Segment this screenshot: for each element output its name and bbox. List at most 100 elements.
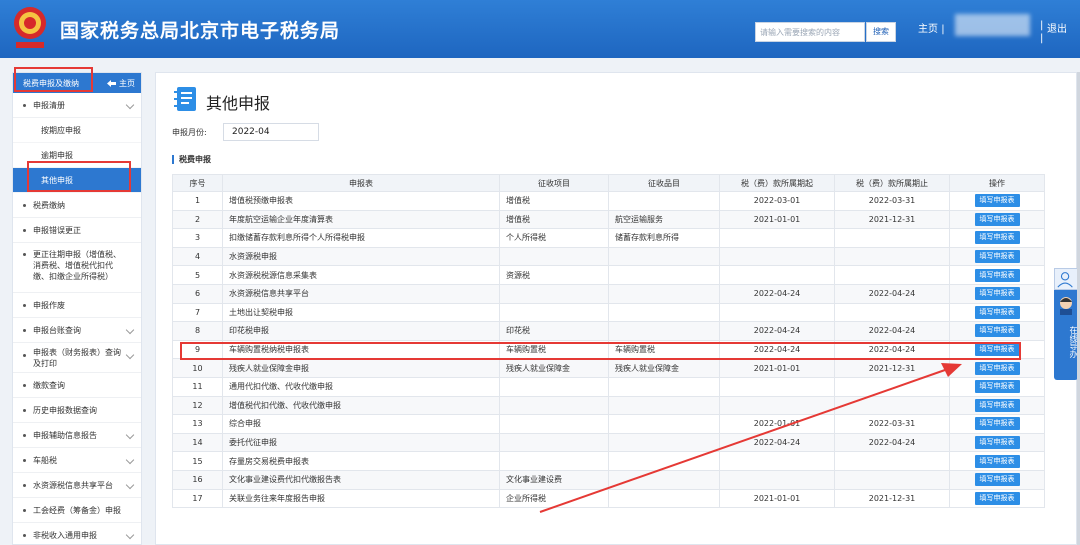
sidebar-item-ledger[interactable]: 申报台账查询 [13, 318, 141, 343]
table-cell: 2022-03-31 [834, 191, 950, 211]
guide-label: 在线导办 [1069, 326, 1078, 358]
action-cell: 填写申报表 [949, 395, 1045, 416]
table-row: 3 扣缴储蓄存款利息所得个人所得税申报 个人所得税 储蓄存款利息所得 填写申报表 [172, 228, 1045, 248]
sidebar-item-water-platform[interactable]: 水资源税信息共享平台 [13, 473, 141, 498]
table-cell: 2022-04-24 [719, 283, 835, 304]
fill-declaration-button[interactable]: 填写申报表 [974, 361, 1020, 375]
action-cell: 填写申报表 [949, 283, 1045, 304]
table-cell: 增值税代扣代缴、代收代缴申报 [222, 395, 500, 416]
action-cell: 填写申报表 [949, 228, 1045, 248]
month-field[interactable]: 2022-04 [223, 123, 319, 141]
column-header: 税（费）款所属期起 [719, 174, 835, 192]
table-cell: 文化事业建设费代扣代缴报告表 [222, 469, 500, 490]
page-title: 其他申报 [206, 94, 271, 113]
nav-home-link[interactable]: 主页 | [918, 20, 945, 35]
table-cell [834, 246, 950, 267]
action-cell: 填写申报表 [949, 469, 1045, 490]
search-input[interactable]: 请输入需要搜索的内容 [755, 22, 865, 42]
fill-declaration-button[interactable]: 填写申报表 [974, 417, 1020, 431]
table-cell: 水资源税申报 [222, 246, 500, 267]
table-cell: 17 [172, 488, 223, 509]
table-cell: 2022-03-31 [834, 414, 950, 434]
chevron-down-icon [125, 480, 135, 490]
table-row: 15 存量房交易税费申报表 填写申报表 [172, 451, 1045, 471]
table-row: 13 综合申报 2022-01-01 2022-03-31 填写申报表 [172, 414, 1045, 434]
fill-declaration-button[interactable]: 填写申报表 [974, 268, 1020, 282]
action-cell: 填写申报表 [949, 432, 1045, 453]
table-row: 8 印花税申报 印花税 2022-04-24 2022-04-24 填写申报表 [172, 321, 1045, 341]
table-cell: 2021-12-31 [834, 209, 950, 230]
table-cell: 14 [172, 432, 223, 453]
table-cell: 残疾人就业保障金 [608, 358, 720, 378]
action-cell: 填写申报表 [949, 321, 1045, 341]
table-cell [719, 376, 835, 397]
table-cell: 2 [172, 209, 223, 230]
table-cell [499, 302, 609, 323]
sidebar-home-link[interactable]: 主页 [107, 78, 135, 89]
annotation-box-other [27, 161, 131, 192]
table-cell [719, 228, 835, 248]
fill-declaration-button[interactable]: 填写申报表 [974, 212, 1020, 226]
sidebar-item-vehicle-tax[interactable]: 车船税 [13, 448, 141, 473]
fill-declaration-button[interactable]: 填写申报表 [974, 250, 1020, 264]
agent-avatar-icon [1060, 297, 1072, 315]
table-cell [608, 395, 720, 416]
table-cell: 3 [172, 228, 223, 248]
table-cell [499, 451, 609, 471]
fill-declaration-button[interactable]: 填写申报表 [974, 194, 1020, 208]
sidebar-item-payment-query[interactable]: 缴款查询 [13, 373, 141, 398]
sidebar-subitem-periodic[interactable]: 按期应申报 [13, 118, 141, 143]
table-cell: 12 [172, 395, 223, 416]
online-guide-panel[interactable]: 在线导办 [1054, 268, 1078, 380]
chevron-down-icon [125, 430, 135, 440]
sidebar-item-past-correction[interactable]: 更正往期申报（增值税、消费税、增值税代扣代缴、扣缴企业所得税） [13, 243, 141, 293]
sidebar-item-void[interactable]: 申报作废 [13, 293, 141, 318]
sidebar-item-non-tax[interactable]: 非税收入通用申报 [13, 523, 141, 545]
action-cell: 填写申报表 [949, 265, 1045, 285]
table-cell [499, 432, 609, 453]
fill-declaration-button[interactable]: 填写申报表 [974, 454, 1020, 468]
logout-link[interactable]: 退出 [1047, 20, 1067, 35]
table-cell: 10 [172, 358, 223, 378]
table-cell: 个人所得税 [499, 228, 609, 248]
table-cell: 5 [172, 265, 223, 285]
table-cell: 16 [172, 469, 223, 490]
fill-declaration-button[interactable]: 填写申报表 [974, 324, 1020, 338]
table-cell [719, 246, 835, 267]
table-cell [834, 451, 950, 471]
fill-declaration-button[interactable]: 填写申报表 [974, 305, 1020, 319]
fill-declaration-button[interactable]: 填写申报表 [974, 380, 1020, 394]
sidebar-item-error-correction[interactable]: 申报错误更正 [13, 218, 141, 243]
column-header: 序号 [172, 174, 223, 192]
action-cell: 填写申报表 [949, 246, 1045, 267]
fill-declaration-button[interactable]: 填写申报表 [974, 436, 1020, 450]
user-icon [1054, 268, 1078, 290]
table-row: 6 水资源税信息共享平台 2022-04-24 2022-04-24 填写申报表 [172, 283, 1045, 304]
guide-body: 在线导办 [1054, 290, 1078, 380]
fill-declaration-button[interactable]: 填写申报表 [974, 231, 1020, 245]
fill-declaration-button[interactable]: 填写申报表 [974, 287, 1020, 301]
table-cell [608, 283, 720, 304]
table-cell [719, 395, 835, 416]
sidebar-item-history-query[interactable]: 历史申报数据查询 [13, 398, 141, 423]
sidebar-item-aux-report[interactable]: 申报辅助信息报告 [13, 423, 141, 448]
table-cell [499, 283, 609, 304]
site-title: 国家税务总局北京市电子税务局 [60, 20, 341, 42]
main-panel: 其他申报 申报月份: 2022-04 税费申报 序号 申报表 征收项目 征收品目 税（费… [155, 72, 1077, 545]
table-row: 7 土地出让契税申报 填写申报表 [172, 302, 1045, 323]
table-cell [834, 228, 950, 248]
sidebar-item-union-fund[interactable]: 工会经费（筹备金）申报 [13, 498, 141, 523]
fill-declaration-button[interactable]: 填写申报表 [974, 473, 1020, 487]
table-cell: 委托代征申报 [222, 432, 500, 453]
chevron-down-icon [125, 100, 135, 110]
sidebar-item-report-query[interactable]: 申报表（财务报表）查询及打印 [13, 343, 141, 373]
table-cell: 通用代扣代缴、代收代缴申报 [222, 376, 500, 397]
table-cell: 2022-04-24 [834, 432, 950, 453]
sidebar-item-declaration-list[interactable]: 申报清册 [13, 93, 141, 118]
fill-declaration-button[interactable]: 填写申报表 [974, 491, 1020, 505]
sidebar-item-payment[interactable]: 税费缴纳 [13, 193, 141, 218]
fill-declaration-button[interactable]: 填写申报表 [974, 398, 1020, 412]
nav-separator-2: | [1040, 33, 1044, 44]
chevron-down-icon [125, 325, 135, 335]
search-button[interactable]: 搜索 [866, 22, 896, 42]
